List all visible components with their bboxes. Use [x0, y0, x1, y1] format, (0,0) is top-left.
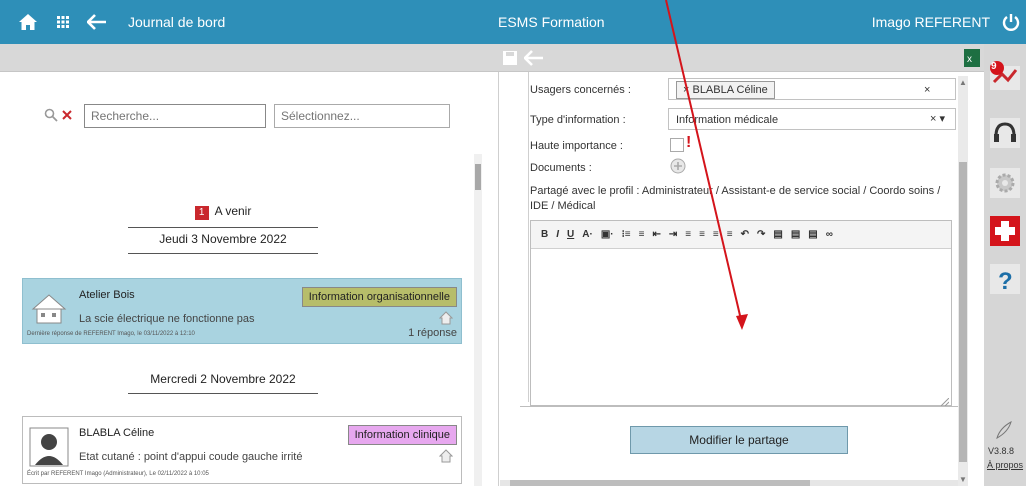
paste-button[interactable]: ▤ [773, 229, 782, 240]
category-tag: Information organisationnelle [301, 287, 457, 307]
page-title: Journal de bord [128, 14, 226, 30]
documents-label: Documents : [530, 162, 592, 174]
top-bar: Journal de bord ESMS Formation Imago REF… [0, 0, 1026, 44]
clear-icon[interactable]: × [924, 84, 930, 96]
list-scrollbar[interactable] [474, 154, 482, 486]
link-button[interactable]: ∞ [826, 229, 833, 240]
user-token[interactable]: × BLABLA Céline [676, 81, 775, 99]
journal-entry[interactable]: BLABLA Céline Etat cutané : point d'appu… [22, 416, 462, 484]
importance-checkbox[interactable] [670, 138, 684, 152]
scrollbar-thumb[interactable] [475, 164, 481, 190]
text-color-button[interactable]: A· [582, 229, 593, 240]
help-icon[interactable]: ? [988, 262, 1022, 296]
entry-message: Etat cutané : point d'appui coude gauche… [79, 451, 303, 463]
modify-sharing-button[interactable]: Modifier le partage [630, 426, 848, 454]
house-icon [438, 311, 454, 325]
sub-toolbar: x [0, 44, 1026, 72]
rich-text-editor[interactable]: B I U A· ▣· ⁝≡ ≡ ⇤ ⇥ ≡ ≡ ≡ ≡ ↶ ↷ ▤ ▤ ▤ ∞ [530, 220, 952, 407]
entry-message: La scie électrique ne fonctionne pas [79, 313, 255, 325]
person-avatar-icon [29, 427, 69, 467]
headset-icon[interactable] [988, 116, 1022, 150]
paste-word-button[interactable]: ▤ [808, 229, 817, 240]
ordered-list-button[interactable]: ⁝≡ [622, 229, 631, 240]
svg-text:x: x [967, 54, 972, 65]
version-label: V3.8.8 [988, 446, 1015, 456]
haute-label: Haute importance : [530, 140, 623, 152]
scrollbar-thumb[interactable] [510, 480, 810, 486]
scroll-up-icon[interactable]: ▲ [958, 78, 968, 87]
upcoming-label: A venir [214, 204, 252, 218]
search-row [44, 104, 450, 128]
underline-button[interactable]: U [567, 229, 574, 240]
house-icon [438, 449, 454, 463]
align-left-button[interactable]: ≡ [685, 229, 691, 240]
clear-dropdown-icon[interactable]: × ▾ [930, 112, 945, 125]
clear-search-icon[interactable] [62, 109, 72, 123]
outdent-button[interactable]: ⇤ [652, 229, 660, 240]
home-icon[interactable] [16, 10, 40, 34]
form-divider [520, 406, 962, 407]
entry-footer: Dernière réponse de REFERENT Imago, le 0… [27, 331, 195, 337]
back-icon[interactable] [523, 50, 544, 66]
journal-entry[interactable]: Atelier Bois La scie électrique ne fonct… [22, 278, 462, 344]
align-center-button[interactable]: ≡ [699, 229, 705, 240]
paste-text-button[interactable]: ▤ [791, 229, 800, 240]
reply-count[interactable]: 1 réponse [408, 327, 457, 339]
establishment-name: ESMS Formation [498, 14, 605, 30]
excel-icon[interactable]: x [964, 49, 980, 67]
entry-title: BLABLA Céline [79, 427, 155, 439]
power-icon[interactable] [1000, 10, 1022, 34]
undo-button[interactable]: ↶ [741, 229, 749, 240]
svg-text:?: ? [998, 268, 1013, 295]
search-input[interactable] [84, 104, 266, 128]
justify-button[interactable]: ≡ [727, 229, 733, 240]
exclamation-icon: ! [686, 134, 692, 151]
usagers-label: Usagers concernés : [530, 84, 631, 96]
save-icon[interactable] [502, 50, 518, 66]
feather-icon [994, 420, 1014, 440]
form-scrollbar[interactable]: ▲ ▼ [958, 76, 968, 486]
filter-select[interactable] [274, 104, 450, 128]
indent-button[interactable]: ⇥ [669, 229, 677, 240]
entry-footer: Écrit par REFERENT Imago (Administrateur… [27, 471, 209, 477]
right-sidebar: 9 ? V3.8.8 À propos [984, 44, 1026, 486]
building-icon [29, 289, 69, 329]
add-document-icon[interactable] [670, 158, 686, 174]
notification-count: 9 [991, 61, 997, 72]
date-header: Jeudi 3 Novembre 2022 [128, 232, 318, 254]
scrollbar-thumb[interactable] [959, 162, 967, 462]
journal-list-panel: 1 A venir Jeudi 3 Novembre 2022 Atelier B… [0, 72, 486, 486]
about-link[interactable]: À propos [987, 460, 1023, 470]
type-label: Type d'information : [530, 114, 626, 126]
type-value: Information médicale [676, 114, 779, 126]
gear-icon[interactable] [988, 166, 1022, 200]
sharing-info: Partagé avec le profil : Administrateur … [530, 185, 941, 212]
date-header: Mercredi 2 Novembre 2022 [128, 372, 318, 394]
horizontal-scrollbar[interactable] [500, 480, 958, 486]
upcoming-count-badge: 1 [194, 206, 209, 220]
bullet-list-button[interactable]: ≡ [639, 229, 645, 240]
user-name[interactable]: Imago REFERENT [872, 14, 990, 30]
resize-handle[interactable] [940, 395, 950, 407]
italic-button[interactable]: I [556, 229, 559, 240]
search-icon[interactable] [44, 108, 58, 125]
grid-icon[interactable] [54, 10, 72, 34]
scroll-down-icon[interactable]: ▼ [958, 475, 968, 484]
category-tag: Information clinique [347, 425, 457, 445]
editor-toolbar: B I U A· ▣· ⁝≡ ≡ ⇤ ⇥ ≡ ≡ ≡ ≡ ↶ ↷ ▤ ▤ ▤ ∞ [531, 221, 951, 249]
redo-button[interactable]: ↷ [757, 229, 765, 240]
back-arrow-icon[interactable] [86, 10, 108, 34]
bold-button[interactable]: B [541, 229, 548, 240]
bg-color-button[interactable]: ▣· [601, 229, 614, 240]
medical-cross-icon[interactable] [988, 214, 1022, 248]
entry-title: Atelier Bois [79, 289, 135, 301]
upcoming-header[interactable]: 1 A venir [128, 204, 318, 228]
align-right-button[interactable]: ≡ [713, 229, 719, 240]
